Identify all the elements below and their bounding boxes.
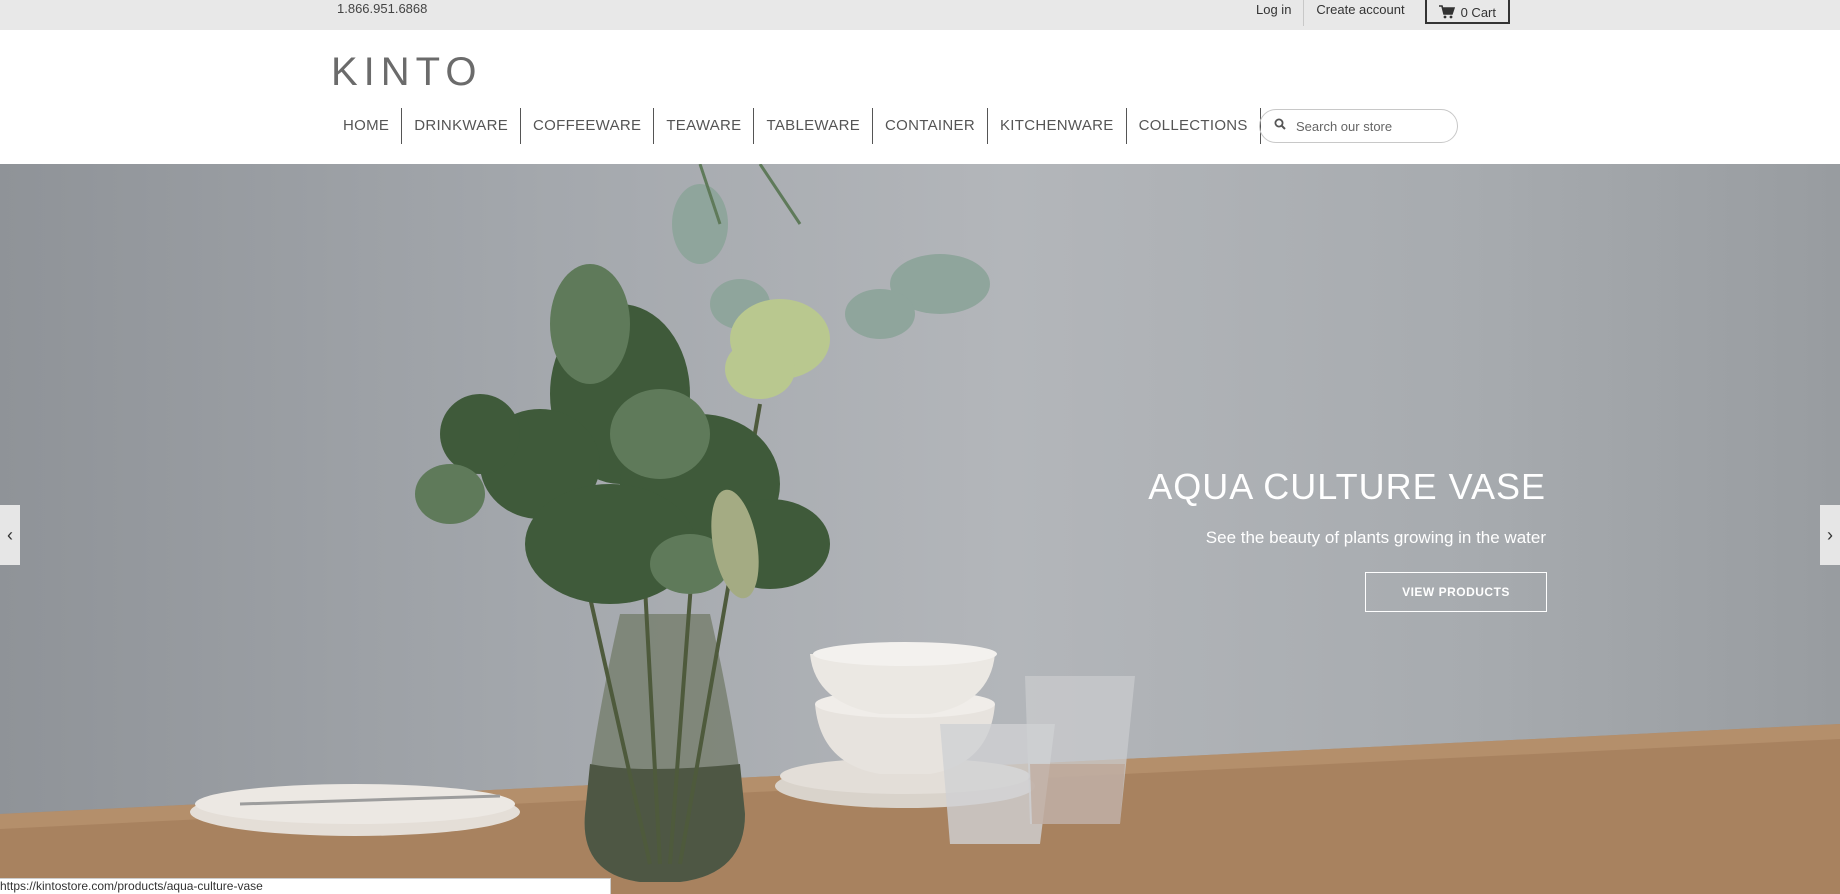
create-account-link[interactable]: Create account [1303,0,1416,26]
site-header: KINTO HOME DRINKWARE COFFEEWARE TEAWARE … [0,30,1840,164]
account-links: Log in Create account 0 Cart [1244,0,1510,30]
hero-subtitle: See the beauty of plants growing in the … [1205,528,1546,547]
phone-number[interactable]: 1.866.951.6868 [337,1,427,16]
cart-icon [1438,5,1455,19]
top-utility-bar: 1.866.951.6868 Log in Create account 0 C… [0,0,1840,30]
hero-image [0,164,1840,894]
login-link[interactable]: Log in [1244,0,1303,26]
nav-item-drinkware[interactable]: DRINKWARE [401,108,520,144]
slideshow-prev-button[interactable]: ‹ [0,505,20,565]
slideshow-next-button[interactable]: › [1820,505,1840,565]
hero-title: AQUA CULTURE VASE [1148,466,1546,507]
nav-item-tableware[interactable]: TABLEWARE [753,108,872,144]
search-icon[interactable] [1274,117,1286,135]
nav-item-home[interactable]: HOME [331,108,401,144]
cart-label: 0 Cart [1460,4,1496,20]
nav-item-collections[interactable]: COLLECTIONS [1125,108,1261,144]
view-products-button[interactable]: VIEW PRODUCTS [1365,572,1547,612]
site-logo[interactable]: KINTO [331,50,483,95]
chevron-right-icon: › [1827,524,1833,545]
chevron-left-icon: ‹ [7,524,13,545]
nav-item-kitchenware[interactable]: KITCHENWARE [986,108,1126,144]
cart-button[interactable]: 0 Cart [1424,0,1510,24]
main-nav: HOME DRINKWARE COFFEEWARE TEAWARE TABLEW… [331,108,1261,144]
search-box[interactable] [1259,109,1458,143]
link-status-bar: https://kintostore.com/products/aqua-cul… [0,878,611,894]
nav-item-container[interactable]: CONTAINER [872,108,987,144]
nav-item-teaware[interactable]: TEAWARE [653,108,753,144]
nav-item-coffeeware[interactable]: COFFEEWARE [520,108,653,144]
search-input[interactable] [1296,118,1436,134]
hero-slideshow[interactable]: AQUA CULTURE VASE See the beauty of plan… [0,164,1840,894]
